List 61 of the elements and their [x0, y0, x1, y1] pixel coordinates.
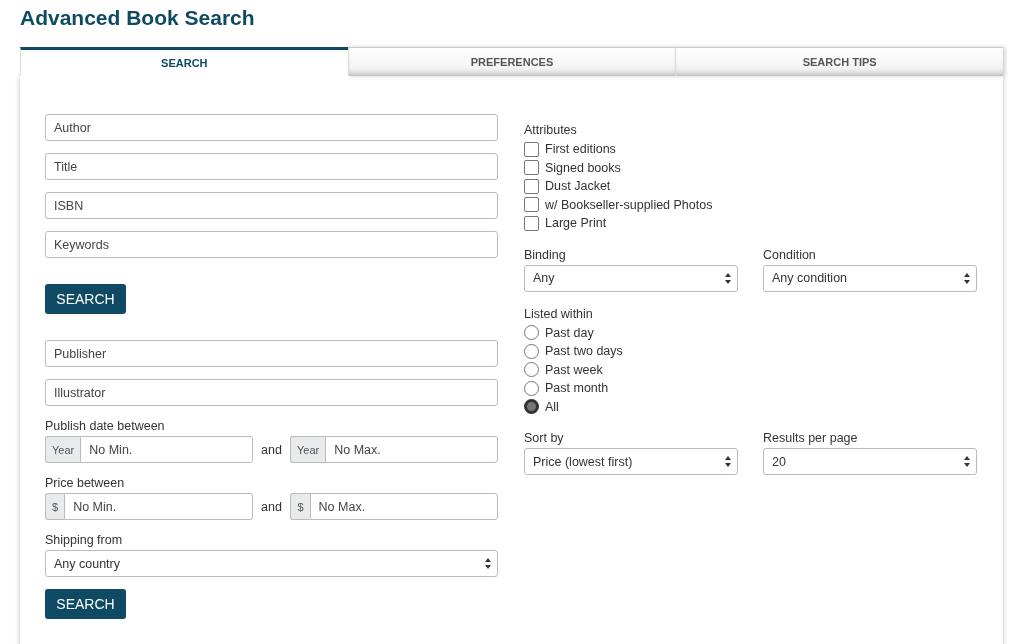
- tab[interactable]: SEARCH: [20, 47, 348, 76]
- search-button[interactable]: SEARCH: [45, 589, 126, 619]
- checkbox[interactable]: [524, 178, 539, 194]
- search-button[interactable]: SEARCH: [45, 284, 126, 314]
- radio-button[interactable]: [524, 380, 539, 396]
- radio-button[interactable]: [524, 325, 539, 341]
- tab[interactable]: SEARCH TIPS: [675, 47, 1003, 76]
- checkbox[interactable]: [524, 215, 539, 231]
- updown-icon: [964, 272, 970, 284]
- checkbox[interactable]: [524, 141, 539, 157]
- field-label: Results per page: [763, 430, 859, 446]
- text-field[interactable]: Illustrator: [45, 379, 498, 406]
- field-label: Publish date between: [45, 418, 166, 434]
- max-field[interactable]: No Max.: [309, 493, 498, 520]
- sort-select[interactable]: Price (lowest first): [524, 448, 738, 475]
- field-label: Binding: [524, 246, 567, 263]
- field-label: Shipping from: [45, 532, 124, 548]
- text-field[interactable]: Title: [45, 153, 498, 180]
- checkbox-label: First editions: [545, 142, 616, 157]
- radio-button[interactable]: [524, 343, 539, 359]
- joiner-text: and: [260, 499, 283, 514]
- checkbox[interactable]: [524, 197, 539, 213]
- group-label: Attributes: [524, 122, 578, 138]
- radio-label: Past two days: [545, 344, 623, 359]
- checkbox-label: Large Print: [545, 216, 607, 231]
- updown-icon: [725, 272, 731, 284]
- country-select[interactable]: Any country: [45, 550, 498, 577]
- field-label: Condition: [763, 246, 817, 263]
- checkbox[interactable]: [524, 160, 539, 176]
- checkbox-label: w/ Bookseller-supplied Photos: [545, 197, 713, 212]
- checkbox-label: Dust Jacket: [545, 179, 611, 194]
- text-field[interactable]: ISBN: [45, 192, 498, 219]
- addon-label: Year: [45, 436, 81, 463]
- text-field[interactable]: Author: [45, 114, 498, 141]
- checkbox-label: Signed books: [545, 160, 621, 175]
- field-label: Price between: [45, 475, 126, 491]
- group-label: Listed within: [524, 305, 594, 322]
- min-field[interactable]: No Min.: [64, 493, 253, 520]
- page-title: Advanced Book Search: [20, 5, 256, 30]
- joiner-text: and: [260, 442, 283, 457]
- radio-label: Past week: [545, 362, 603, 377]
- tab[interactable]: PREFERENCES: [347, 47, 676, 76]
- addon-label: Year: [290, 436, 326, 463]
- field-label: Sort by: [524, 430, 565, 446]
- addon-label: $: [290, 493, 310, 520]
- updown-icon: [725, 456, 731, 467]
- max-field[interactable]: No Max.: [325, 436, 498, 463]
- radio-button[interactable]: [524, 399, 539, 415]
- condition-select[interactable]: Any condition: [763, 264, 977, 292]
- min-field[interactable]: No Min.: [80, 436, 253, 463]
- updown-icon: [485, 558, 491, 569]
- radio-label: Past day: [545, 325, 594, 340]
- radio-button[interactable]: [524, 362, 539, 378]
- radio-label: Past month: [545, 381, 609, 396]
- text-field[interactable]: Keywords: [45, 231, 498, 258]
- results-select[interactable]: 20: [763, 448, 977, 475]
- text-field[interactable]: Publisher: [45, 340, 498, 367]
- addon-label: $: [45, 493, 65, 520]
- radio-label: All: [545, 399, 559, 414]
- binding-select[interactable]: Any: [524, 264, 738, 292]
- updown-icon: [964, 456, 970, 467]
